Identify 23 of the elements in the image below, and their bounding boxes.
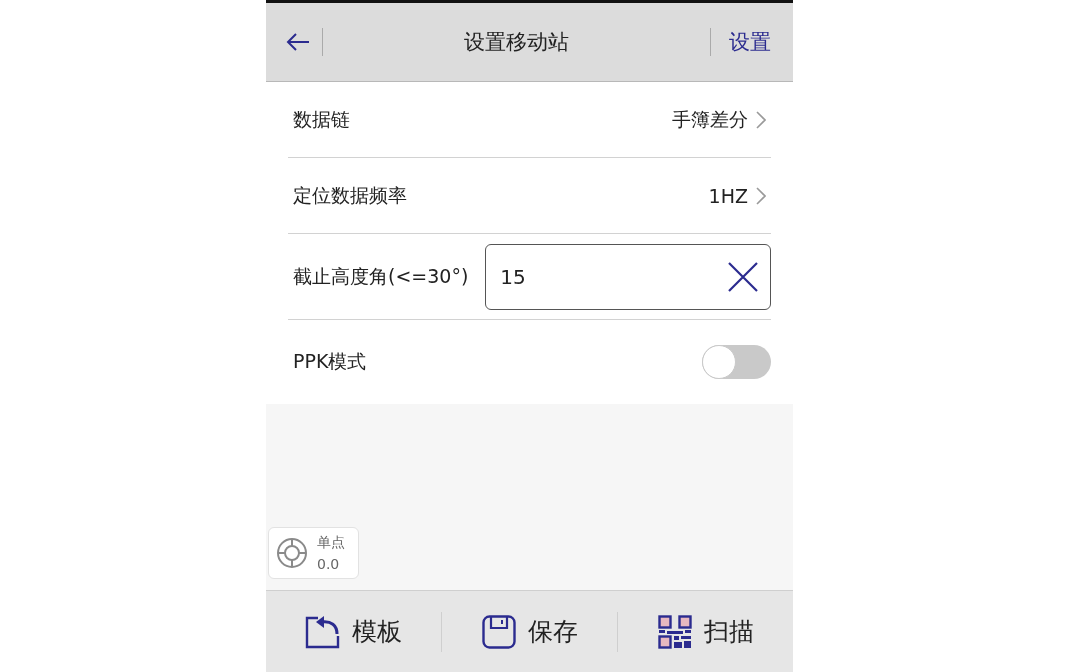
scan-button[interactable]: 扫描 bbox=[618, 591, 793, 672]
setting-value[interactable]: 手簿差分 bbox=[672, 106, 748, 133]
setting-label: PPK模式 bbox=[293, 349, 367, 374]
save-button[interactable]: 保存 bbox=[442, 591, 617, 672]
setting-label: 定位数据频率 bbox=[293, 182, 407, 208]
setting-label: 数据链 bbox=[293, 106, 350, 132]
header-title: 设置移动站 bbox=[464, 30, 569, 54]
setting-value[interactable]: 1HZ bbox=[708, 184, 748, 207]
template-button[interactable]: 模板 bbox=[266, 591, 441, 672]
status-mode-text: 单点 bbox=[317, 534, 345, 550]
position-status-card[interactable]: 单点 0.0 bbox=[268, 527, 359, 579]
back-arrow-icon bbox=[286, 33, 310, 51]
crosshair-icon bbox=[276, 537, 308, 569]
return-arrow-box-icon bbox=[305, 614, 340, 649]
chevron-right-icon bbox=[756, 110, 766, 129]
clear-icon[interactable] bbox=[728, 261, 758, 292]
status-value-text: 0.0 bbox=[317, 556, 341, 572]
settings-button[interactable]: 设置 bbox=[717, 24, 771, 60]
toggle-switch[interactable] bbox=[702, 345, 771, 379]
chevron-right-icon bbox=[756, 186, 766, 205]
setting-label: 截止高度角(<=30°) bbox=[293, 263, 469, 289]
input-field[interactable]: 15 bbox=[485, 243, 771, 310]
qr-code-icon bbox=[657, 614, 692, 649]
